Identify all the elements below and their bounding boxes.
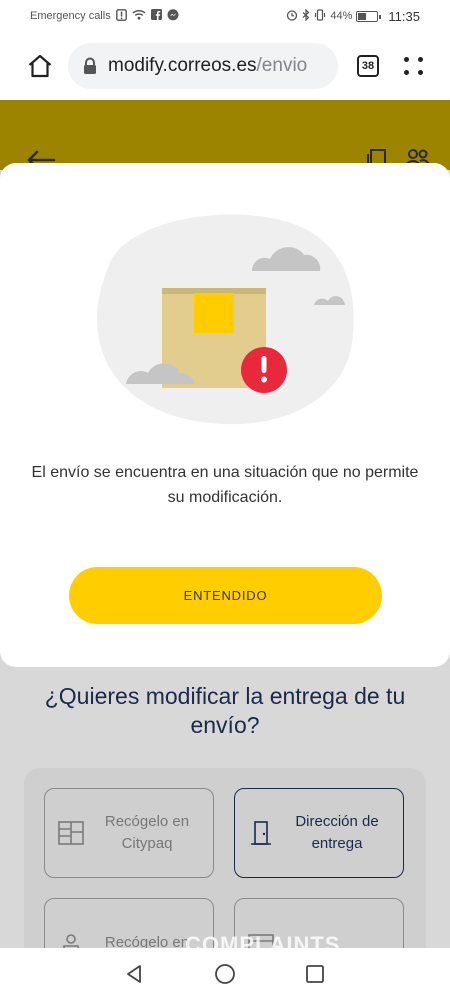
error-dialog: El envío se encuentra en una situación q… [0, 163, 450, 667]
back-triangle-icon [127, 965, 141, 983]
watermark: COMPLAINTS [185, 932, 341, 948]
browser-toolbar: modify.correos.es/envio 38 [0, 32, 450, 100]
bluetooth-icon [302, 8, 310, 24]
nav-back-button[interactable] [115, 954, 155, 994]
tab-count: 38 [357, 55, 379, 77]
option-citypaq[interactable]: Recógelo en Citypaq [44, 788, 214, 878]
home-icon [28, 54, 52, 78]
nav-recents-button[interactable] [295, 954, 335, 994]
browser-menu-button[interactable] [392, 44, 436, 88]
option-label: Dirección de entrega [295, 813, 379, 852]
package-error-illustration [97, 214, 354, 425]
clock: 11:35 [388, 8, 420, 24]
status-left: Emergency calls [30, 8, 179, 24]
facebook-icon [150, 9, 162, 23]
status-right: 44% 11:35 [286, 8, 420, 24]
page-question: ¿Quieres modificar la entrega de tu enví… [44, 683, 406, 738]
status-bar: Emergency calls 44% 11:35 [0, 0, 450, 32]
alert-icon [115, 8, 127, 24]
understood-button[interactable]: ENTENDIDO [69, 567, 382, 624]
tab-switcher-button[interactable]: 38 [344, 44, 392, 88]
vibrate-icon [314, 8, 326, 24]
alarm-icon [286, 9, 298, 24]
more-icon [404, 57, 424, 75]
address-bar[interactable]: modify.correos.es/envio [68, 43, 338, 89]
option-delivery-address[interactable]: Dirección de entrega [234, 788, 404, 878]
recents-square-icon [306, 965, 324, 983]
lock-icon [84, 57, 96, 74]
nav-home-button[interactable] [205, 954, 245, 994]
messenger-icon [167, 8, 179, 24]
dialog-message: El envío se encuentra en una situación q… [31, 464, 419, 506]
carrier-text: Emergency calls [30, 10, 111, 22]
system-nav-bar [0, 948, 450, 1000]
battery-icon [356, 10, 382, 22]
door-icon [251, 821, 271, 845]
delivery-options: Recógelo en Citypaq Dirección de entrega… [24, 768, 426, 948]
battery-percent: 44% [330, 10, 353, 22]
url-host: modify.correos.es [108, 55, 257, 76]
locker-icon [58, 821, 84, 845]
url-path: /envio [256, 55, 308, 76]
battery-fill [358, 12, 366, 20]
error-icon [241, 347, 287, 393]
home-circle-icon [215, 964, 235, 984]
post-office-icon [63, 934, 79, 948]
option-label: Recógelo en Citypaq [104, 813, 190, 852]
wifi-icon [132, 9, 146, 23]
home-button[interactable] [14, 44, 66, 88]
page-header [0, 100, 450, 170]
